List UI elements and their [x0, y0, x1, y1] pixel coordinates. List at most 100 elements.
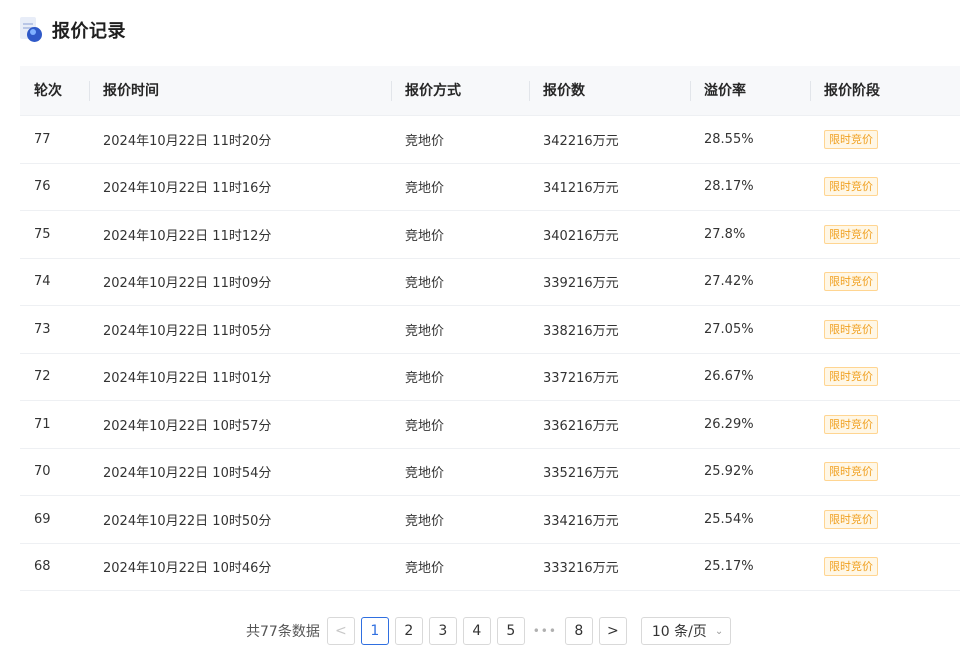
cell-amount: 338216万元 [543, 323, 619, 339]
table-header: 轮次 报价时间 报价方式 报价数 溢价率 报价阶段 [20, 66, 960, 116]
page-button-last[interactable]: 8 [564, 617, 593, 645]
cell-round: 72 [34, 369, 51, 385]
table-row: 73 2024年10月22日 11时05分 竞地价 338216万元 27.05% 限时竞… [20, 306, 960, 354]
document-icon [20, 17, 44, 43]
cell-time: 2024年10月22日 10时57分 [103, 418, 272, 434]
section-title: 报价记录 [52, 21, 126, 42]
cell-time: 2024年10月22日 11时05分 [103, 323, 272, 339]
cell-premium: 27.05% [704, 321, 754, 337]
cell-stage: 限时竞价 [810, 462, 960, 482]
cell-stage: 限时竞价 [810, 414, 960, 434]
cell-round: 71 [34, 416, 51, 432]
page-size-select[interactable]: 10 条/页 ⌄ [640, 617, 731, 645]
cell-amount: 340216万元 [543, 228, 619, 244]
cell-method: 竞地价 [405, 276, 445, 292]
chevron-left-icon: < [334, 623, 347, 639]
cell-time: 2024年10月22日 11时01分 [103, 371, 272, 387]
page-button-1[interactable]: 1 [360, 617, 389, 645]
cell-round: 75 [34, 226, 51, 242]
stage-badge: 限时竞价 [824, 367, 878, 387]
chevron-right-icon: > [606, 623, 619, 639]
next-page-button[interactable]: > [598, 617, 627, 645]
cell-method: 竞地价 [405, 418, 445, 434]
cell-amount: 342216万元 [543, 133, 619, 149]
cell-time: 2024年10月22日 10时54分 [103, 466, 272, 482]
cell-stage: 限时竞价 [810, 367, 960, 387]
cell-amount: 336216万元 [543, 418, 619, 434]
cell-method: 竞地价 [405, 323, 445, 339]
cell-round: 68 [34, 559, 51, 575]
cell-amount: 337216万元 [543, 371, 619, 387]
stage-badge: 限时竞价 [824, 177, 878, 197]
stage-badge: 限时竞价 [824, 129, 878, 149]
cell-method: 竞地价 [405, 371, 445, 387]
cell-method: 竞地价 [405, 513, 445, 529]
chevron-down-icon: ⌄ [714, 625, 724, 637]
cell-round: 74 [34, 274, 51, 290]
page-button-2[interactable]: 2 [394, 617, 423, 645]
cell-stage: 限时竞价 [810, 272, 960, 292]
cell-time: 2024年10月22日 11时12分 [103, 228, 272, 244]
stage-badge: 限时竞价 [824, 272, 878, 292]
cell-premium: 27.42% [704, 274, 754, 290]
cell-time: 2024年10月22日 11时16分 [103, 181, 272, 197]
page-button-4[interactable]: 4 [462, 617, 491, 645]
cell-method: 竞地价 [405, 228, 445, 244]
table-body: 77 2024年10月22日 11时20分 竞地价 342216万元 28.55% 限时竞… [20, 116, 960, 591]
page-size-value: 10 条/页 [651, 624, 707, 640]
table-row: 71 2024年10月22日 10时57分 竞地价 336216万元 26.29% 限时竞… [20, 401, 960, 449]
cell-round: 73 [34, 321, 51, 337]
table-row: 68 2024年10月22日 10时46分 竞地价 333216万元 25.17% 限时竞… [20, 544, 960, 591]
cell-round: 76 [34, 179, 51, 195]
cell-premium: 28.55% [704, 131, 754, 147]
column-header-method: 报价方式 [391, 66, 529, 116]
cell-stage: 限时竞价 [810, 224, 960, 244]
page-button-3[interactable]: 3 [428, 617, 457, 645]
cell-premium: 28.17% [704, 179, 754, 195]
cell-stage: 限时竞价 [810, 557, 960, 577]
cell-time: 2024年10月22日 10时46分 [103, 561, 272, 577]
table-row: 76 2024年10月22日 11时16分 竞地价 341216万元 28.17% 限时竞… [20, 164, 960, 211]
stage-badge: 限时竞价 [824, 509, 878, 529]
cell-round: 69 [34, 511, 51, 527]
column-header-premium: 溢价率 [690, 66, 810, 116]
cell-premium: 25.17% [704, 559, 754, 575]
cell-premium: 25.92% [704, 464, 754, 480]
cell-premium: 26.67% [704, 369, 754, 385]
cell-amount: 341216万元 [543, 181, 619, 197]
page-button-5[interactable]: 5 [496, 617, 525, 645]
pagination: 共77条数据 < 1 2 3 4 5 ••• 8 > 10 条/页 ⌄ [246, 617, 731, 645]
table-row: 75 2024年10月22日 11时12分 竞地价 340216万元 27.8% 限时竞价 [20, 211, 960, 259]
table-row: 70 2024年10月22日 10时54分 竞地价 335216万元 25.92% 限时竞… [20, 449, 960, 496]
cell-amount: 334216万元 [543, 513, 619, 529]
cell-premium: 25.54% [704, 511, 754, 527]
cell-method: 竞地价 [405, 561, 445, 577]
table-row: 74 2024年10月22日 11时09分 竞地价 339216万元 27.42% 限时竞… [20, 259, 960, 306]
column-header-amount: 报价数 [529, 66, 690, 116]
cell-round: 70 [34, 464, 51, 480]
cell-method: 竞地价 [405, 181, 445, 197]
cell-time: 2024年10月22日 11时09分 [103, 276, 272, 292]
cell-stage: 限时竞价 [810, 177, 960, 197]
cell-premium: 26.29% [704, 416, 754, 432]
table-row: 69 2024年10月22日 10时50分 竞地价 334216万元 25.54% 限时竞… [20, 496, 960, 544]
stage-badge: 限时竞价 [824, 319, 878, 339]
stage-badge: 限时竞价 [824, 462, 878, 482]
cell-amount: 339216万元 [543, 276, 619, 292]
cell-stage: 限时竞价 [810, 509, 960, 529]
cell-time: 2024年10月22日 10时50分 [103, 513, 272, 529]
more-pages-ellipsis[interactable]: ••• [531, 617, 559, 645]
column-header-round: 轮次 [34, 82, 62, 99]
column-header-stage: 报价阶段 [810, 66, 960, 116]
cell-premium: 27.8% [704, 226, 746, 242]
prev-page-button[interactable]: < [326, 617, 355, 645]
table-row: 77 2024年10月22日 11时20分 竞地价 342216万元 28.55% 限时竞… [20, 116, 960, 164]
cell-amount: 333216万元 [543, 561, 619, 577]
cell-stage: 限时竞价 [810, 319, 960, 339]
section-header: 报价记录 [20, 16, 126, 44]
stage-badge: 限时竞价 [824, 557, 878, 577]
stage-badge: 限时竞价 [824, 414, 878, 434]
cell-method: 竞地价 [405, 133, 445, 149]
column-header-time: 报价时间 [89, 66, 391, 116]
cell-round: 77 [34, 131, 51, 147]
